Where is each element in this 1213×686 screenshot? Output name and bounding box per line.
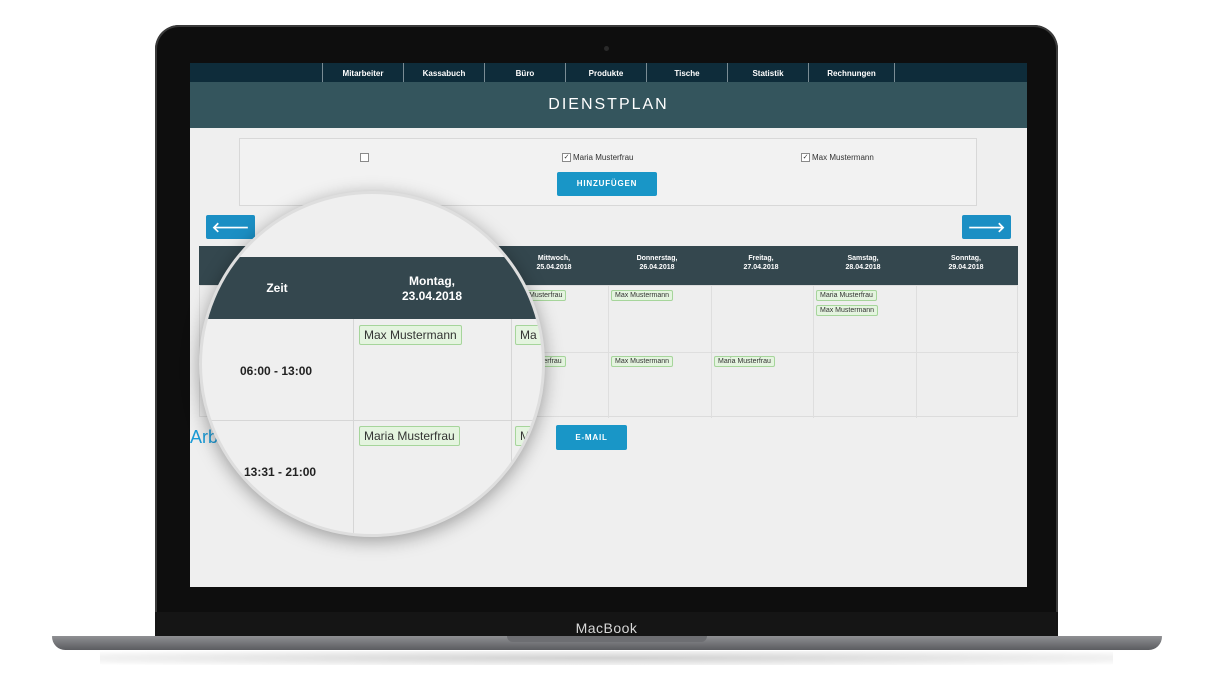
- day-header-monday: Montag, 23.04.2018: [401, 274, 463, 303]
- employee-checkbox-empty[interactable]: [360, 153, 369, 162]
- employee-checkbox-max[interactable]: ✓: [801, 153, 810, 162]
- shift-tag[interactable]: Max Mustermann: [611, 290, 674, 301]
- shift-tag[interactable]: Max Mustermann: [816, 305, 879, 316]
- camera-icon: [604, 46, 609, 51]
- nav-item-mitarbeiter[interactable]: Mitarbeiter: [322, 63, 403, 82]
- shift-tag[interactable]: Maria Musterfrau: [359, 426, 460, 446]
- column-divider: [353, 319, 354, 534]
- nav-item-tische[interactable]: Tische: [646, 63, 727, 82]
- day-header-saturday: Samstag, 28.04.2018: [845, 255, 881, 271]
- shift-tag[interactable]: Maria Musterfrau: [816, 290, 877, 301]
- nav-item-rechnungen[interactable]: Rechnungen: [808, 63, 894, 82]
- column-divider: [511, 319, 512, 534]
- shift-time: 13:31 - 21:00: [244, 465, 317, 479]
- email-button[interactable]: E-MAIL: [556, 425, 627, 450]
- add-button[interactable]: HINZUFÜGEN: [557, 172, 657, 196]
- nav-item-buero[interactable]: Büro: [484, 63, 565, 82]
- shift-tag[interactable]: Max Mustermann: [359, 325, 462, 345]
- page-title: DIENSTPLAN: [190, 82, 1027, 128]
- nav-item-statistik[interactable]: Statistik: [727, 63, 808, 82]
- time-column-header: Zeit: [266, 281, 288, 295]
- shift-tag[interactable]: Maria Musterfrau: [714, 356, 775, 367]
- nav-divider: [894, 63, 895, 82]
- magnifier-lens: Zeit Montag, 23.04.2018 06:00 - 13:00 13:…: [199, 191, 545, 537]
- laptop-notch: [507, 636, 707, 642]
- nav-item-produkte[interactable]: Produkte: [565, 63, 646, 82]
- day-header-friday: Freitag, 27.04.2018: [743, 255, 779, 271]
- shift-time: 06:00 - 13:00: [240, 364, 313, 378]
- shift-tag[interactable]: M: [515, 426, 535, 446]
- employee-label-max: Max Mustermann: [812, 153, 874, 162]
- arrow-left-icon: 🡐: [211, 219, 250, 235]
- employee-label-maria: Maria Musterfrau: [573, 153, 634, 162]
- nav-item-kassabuch[interactable]: Kassabuch: [403, 63, 484, 82]
- laptop-brand: MacBook: [575, 620, 638, 636]
- next-week-button[interactable]: 🡒: [962, 215, 1011, 239]
- employee-checkbox-maria[interactable]: ✓: [562, 153, 571, 162]
- day-header-sunday: Sonntag, 29.04.2018: [948, 255, 984, 271]
- top-navigation: Mitarbeiter Kassabuch Büro Produkte Tisc…: [190, 63, 1027, 82]
- laptop-shadow: [100, 651, 1113, 665]
- row-divider: [202, 420, 542, 421]
- lens-table-header: Zeit Montag, 23.04.2018: [202, 257, 542, 319]
- arrow-right-icon: 🡒: [967, 219, 1006, 235]
- day-header-thursday: Donnerstag, 26.04.2018: [636, 255, 678, 271]
- shift-tag[interactable]: Max Mustermann: [611, 356, 674, 367]
- shift-tag[interactable]: Ma: [515, 325, 542, 345]
- prev-week-button[interactable]: 🡐: [206, 215, 255, 239]
